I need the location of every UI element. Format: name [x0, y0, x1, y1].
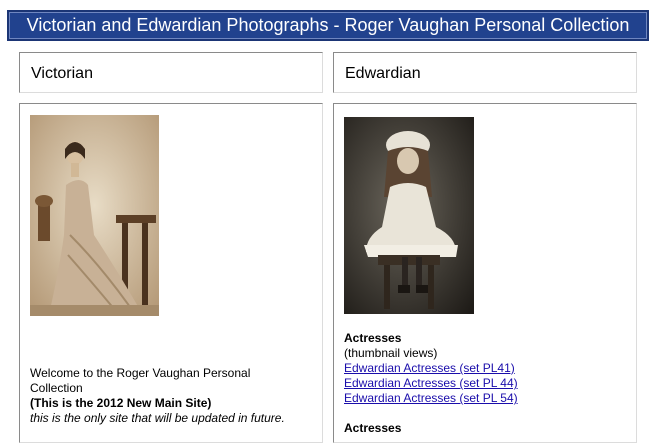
link-actresses-pl54[interactable]: Edwardian Actresses (set PL 54) [344, 391, 518, 406]
victorian-header-box: Victorian [19, 52, 323, 93]
edwardian-content-box: Actresses (thumbnail views) Edwardian Ac… [333, 103, 637, 443]
link-actresses-pl41[interactable]: Edwardian Actresses (set PL41) [344, 361, 518, 376]
edwardian-header-box: Edwardian [333, 52, 637, 93]
victorian-woman-photo[interactable] [30, 115, 159, 316]
welcome-line2: Collection [30, 381, 83, 395]
site-banner: Victorian and Edwardian Photographs - Ro… [7, 10, 649, 41]
new-site-note: (This is the 2012 New Main Site) [30, 396, 212, 410]
edwardian-girl-photo[interactable] [344, 117, 474, 314]
actresses-links: Edwardian Actresses (set PL41) Edwardian… [344, 361, 518, 406]
link-actresses-pl44[interactable]: Edwardian Actresses (set PL 44) [344, 376, 518, 391]
thumbnail-views-note: (thumbnail views) [344, 346, 438, 360]
welcome-line1: Welcome to the Roger Vaughan Personal [30, 366, 251, 380]
only-site-note: this is the only site that will be updat… [30, 411, 285, 425]
edwardian-heading: Edwardian [345, 65, 421, 82]
victorian-heading: Victorian [31, 65, 93, 82]
actresses-title: Actresses [344, 331, 402, 345]
victorian-content-box: Welcome to the Roger Vaughan Personal Co… [19, 103, 323, 443]
actresses-title-2: Actresses [344, 421, 402, 435]
